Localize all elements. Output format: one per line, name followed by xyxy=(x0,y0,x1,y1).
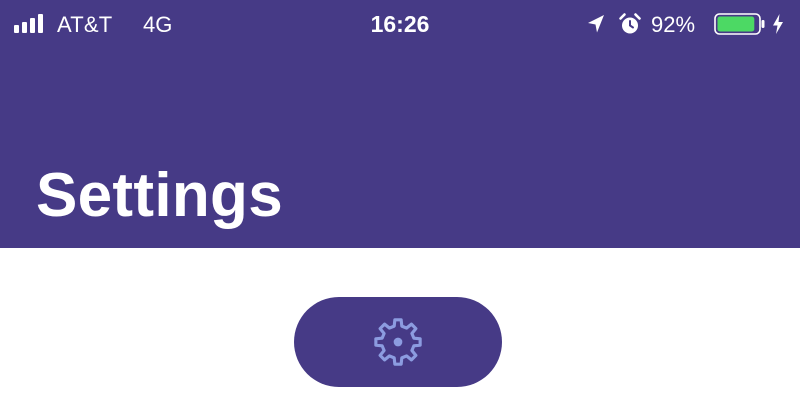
app-screen: AT&T 4G 16:26 92% Settings xyxy=(0,0,800,400)
charging-bolt-icon xyxy=(773,14,783,34)
header-bar: AT&T 4G 16:26 92% Settings xyxy=(0,0,800,248)
gear-hub xyxy=(393,337,403,347)
battery-percentage: 92% xyxy=(651,12,696,37)
location-arrow-icon xyxy=(588,15,604,33)
page-title: Settings xyxy=(36,161,283,230)
battery-level-fill xyxy=(717,16,755,32)
settings-button[interactable] xyxy=(294,297,502,387)
battery-icon xyxy=(714,13,765,35)
status-bar: AT&T 4G 16:26 92% xyxy=(0,0,800,50)
alarm-clock-icon xyxy=(619,13,641,34)
gear-icon xyxy=(374,318,422,366)
